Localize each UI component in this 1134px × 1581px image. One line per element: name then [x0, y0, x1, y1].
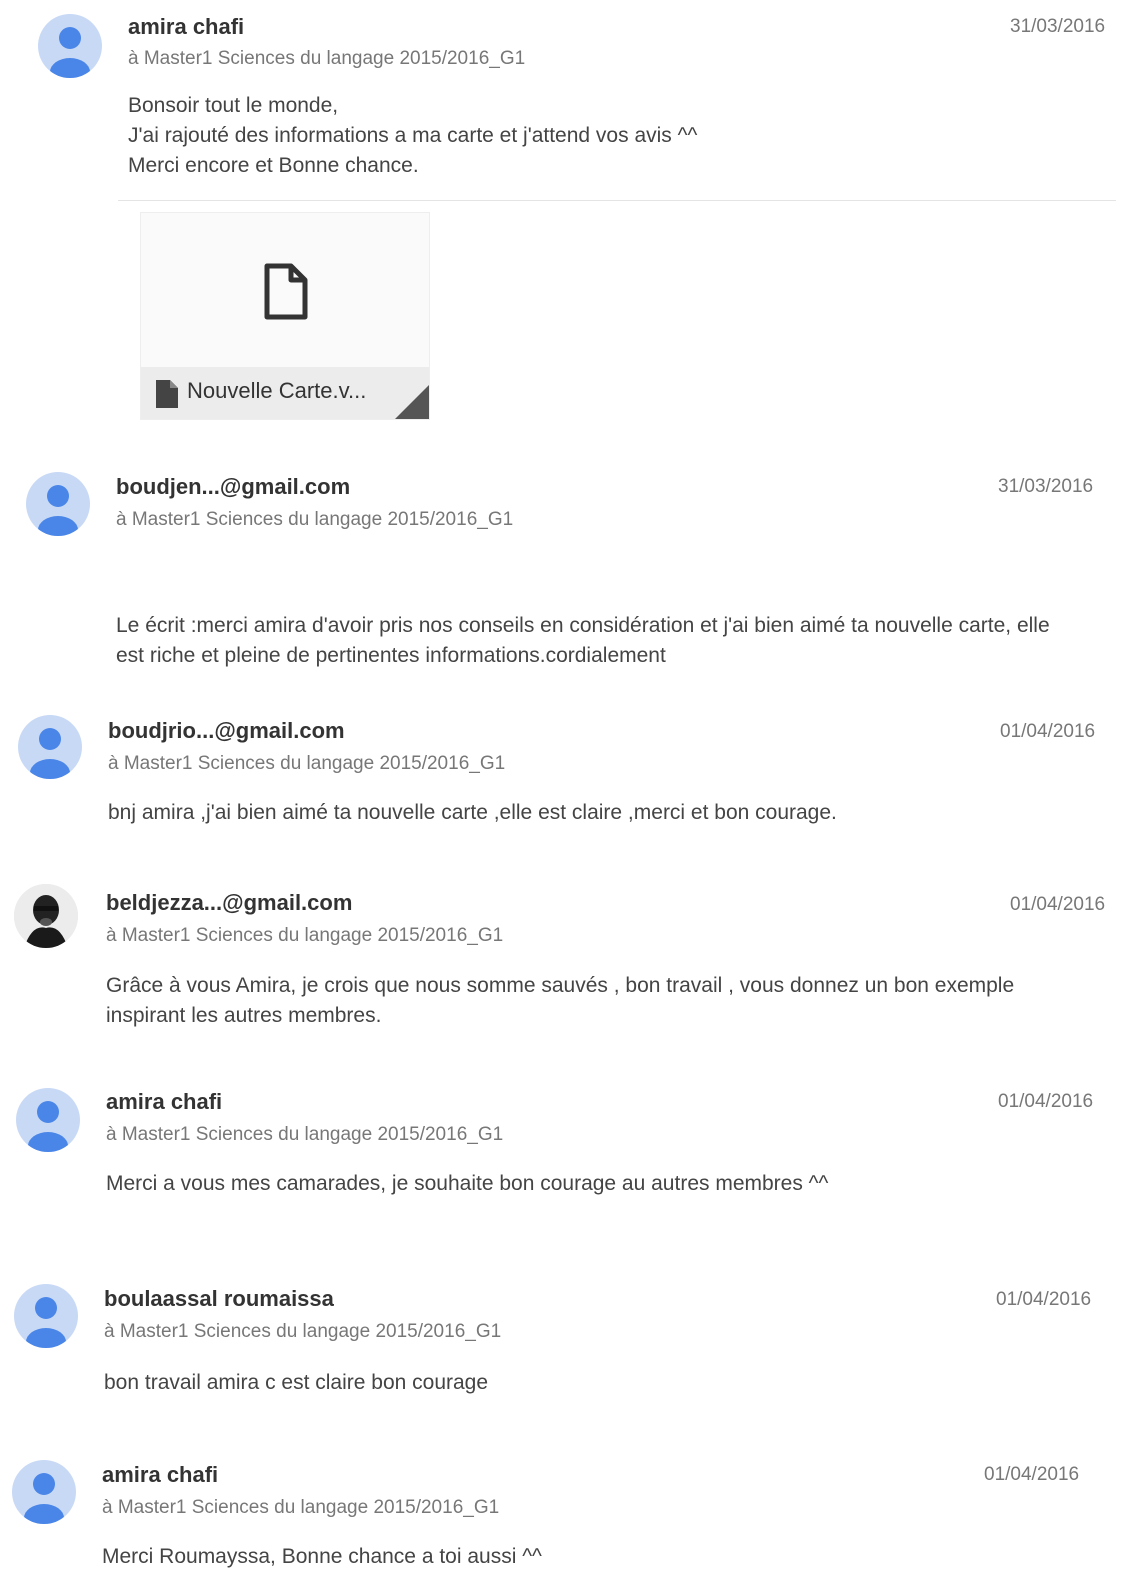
author-name[interactable]: amira chafi	[106, 1089, 222, 1115]
audience-label: à Master1 Sciences du langage 2015/2016_…	[104, 1321, 502, 1342]
divider	[118, 200, 1116, 201]
audience-label: à Master1 Sciences du langage 2015/2016_…	[102, 1497, 500, 1518]
author-name[interactable]: boudjrio...@gmail.com	[108, 718, 345, 744]
person-icon[interactable]	[16, 1088, 80, 1152]
post: amira chafi à Master1 Sciences du langag…	[0, 0, 1134, 430]
audience-label: à Master1 Sciences du langage 2015/2016_…	[106, 1124, 504, 1145]
post: boulaassal roumaissa à Master1 Sciences …	[0, 1276, 1134, 1426]
file-icon	[156, 380, 178, 408]
author-name[interactable]: boulaassal roumaissa	[104, 1286, 334, 1312]
post-date: 31/03/2016	[998, 476, 1094, 497]
audience-label: à Master1 Sciences du langage 2015/2016_…	[116, 509, 514, 530]
author-name[interactable]: beldjezza...@gmail.com	[106, 890, 352, 916]
post-body: Grâce à vous Amira, je crois que nous so…	[106, 974, 1015, 1027]
audience-label: à Master1 Sciences du langage 2015/2016_…	[128, 48, 526, 69]
attachment-card[interactable]: Nouvelle Carte.v...	[140, 212, 430, 420]
post: boudjen...@gmail.com à Master1 Sciences …	[0, 460, 1134, 680]
author-name[interactable]: amira chafi	[128, 14, 244, 40]
profile-photo[interactable]	[14, 884, 78, 948]
person-icon[interactable]	[14, 1284, 78, 1348]
post-body: Le écrit :merci amira d'avoir pris nos c…	[116, 614, 1050, 667]
attachment-file-name: Nouvelle Carte.v...	[187, 378, 367, 403]
post-body: bnj amira ,j'ai bien aimé ta nouvelle ca…	[108, 801, 837, 824]
post: amira chafi à Master1 Sciences du langag…	[0, 1452, 1134, 1581]
person-icon[interactable]	[12, 1460, 76, 1524]
author-name[interactable]: amira chafi	[102, 1462, 218, 1488]
post-body: Bonsoir tout le monde, J'ai rajouté des …	[128, 94, 698, 177]
audience-label: à Master1 Sciences du langage 2015/2016_…	[106, 925, 504, 946]
author-name[interactable]: boudjen...@gmail.com	[116, 474, 350, 500]
person-icon[interactable]	[38, 14, 102, 78]
person-icon[interactable]	[18, 715, 82, 779]
post-date: 01/04/2016	[984, 1464, 1080, 1485]
post-date: 01/04/2016	[996, 1289, 1092, 1310]
post-date: 01/04/2016	[1010, 894, 1106, 915]
post-date: 31/03/2016	[1010, 16, 1106, 37]
post: amira chafi à Master1 Sciences du langag…	[0, 1080, 1134, 1260]
post-body: Merci a vous mes camarades, je souhaite …	[106, 1172, 829, 1195]
post-body: Merci Roumayssa, Bonne chance a toi auss…	[102, 1545, 542, 1568]
attachment-footer: Nouvelle Carte.v...	[141, 367, 429, 419]
page-fold-icon	[395, 385, 429, 419]
person-icon[interactable]	[26, 472, 90, 536]
post-date: 01/04/2016	[1000, 721, 1096, 742]
post-date: 01/04/2016	[998, 1091, 1094, 1112]
post: beldjezza...@gmail.com à Master1 Science…	[0, 878, 1134, 1053]
file-icon	[264, 263, 308, 320]
post: boudjrio...@gmail.com à Master1 Sciences…	[0, 705, 1134, 855]
post-body: bon travail amira c est claire bon coura…	[104, 1371, 489, 1394]
audience-label: à Master1 Sciences du langage 2015/2016_…	[108, 753, 506, 774]
